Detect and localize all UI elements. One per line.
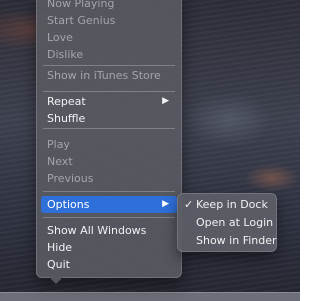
menu-item-label: Now Playing bbox=[47, 0, 115, 10]
menu-separator bbox=[43, 191, 175, 192]
menu-item-next: Next bbox=[41, 153, 177, 170]
checkmark-icon: ✓ bbox=[184, 198, 194, 211]
menu-item-label: Repeat bbox=[47, 95, 86, 108]
menu-item-label: Dislike bbox=[47, 48, 84, 61]
menu-item-love: Love bbox=[41, 29, 177, 46]
menu-item-label: Hide bbox=[47, 241, 73, 254]
menu-item-label: Options bbox=[47, 198, 90, 211]
menu-separator bbox=[43, 128, 175, 129]
menu-item-previous: Previous bbox=[41, 170, 177, 187]
menu-item-label: Next bbox=[47, 155, 73, 168]
menu-item-play: Play bbox=[41, 136, 177, 153]
menu-separator bbox=[43, 91, 175, 92]
menu-item-repeat[interactable]: Repeat ▶ bbox=[41, 93, 177, 110]
options-submenu: ✓ Keep in Dock Open at Login Show in Fin… bbox=[177, 193, 277, 252]
submenu-item-label: Show in Finder bbox=[196, 234, 277, 247]
menu-item-label: Previous bbox=[47, 172, 94, 185]
submenu-item-show-in-finder[interactable]: Show in Finder bbox=[181, 232, 277, 249]
menu-item-label: Play bbox=[47, 138, 70, 151]
menu-item-options[interactable]: Options ▶ bbox=[41, 196, 177, 213]
menu-separator bbox=[43, 65, 175, 66]
menu-item-label: Shuffle bbox=[47, 112, 86, 125]
menu-item-hide[interactable]: Hide bbox=[41, 239, 177, 256]
menu-item-label: Show All Windows bbox=[47, 224, 147, 237]
menu-item-quit[interactable]: Quit bbox=[41, 256, 177, 273]
menu-separator bbox=[43, 217, 175, 218]
menu-item-label: Quit bbox=[47, 258, 70, 271]
menu-item-show-in-itunes-store: Show in iTunes Store bbox=[41, 67, 177, 84]
menu-item-label: Love bbox=[47, 31, 73, 44]
menu-item-start-genius: Start Genius bbox=[41, 12, 177, 29]
menu-item-label: Show in iTunes Store bbox=[47, 69, 161, 82]
submenu-item-open-at-login[interactable]: Open at Login bbox=[181, 214, 273, 231]
submenu-arrow-icon: ▶ bbox=[162, 199, 169, 209]
submenu-arrow-icon: ▶ bbox=[162, 96, 169, 106]
submenu-item-label: Open at Login bbox=[196, 216, 274, 229]
submenu-item-keep-in-dock[interactable]: ✓ Keep in Dock bbox=[181, 196, 273, 213]
menu-item-label: Start Genius bbox=[47, 14, 116, 27]
menu-item-shuffle[interactable]: Shuffle bbox=[41, 110, 177, 127]
menu-item-dislike: Dislike bbox=[41, 46, 177, 63]
submenu-item-label: Keep in Dock bbox=[196, 198, 268, 211]
dock-context-menu: Now Playing Start Genius Love Dislike Sh… bbox=[36, 0, 182, 284]
menu-item-show-all-windows[interactable]: Show All Windows bbox=[41, 222, 177, 239]
menu-item-now-playing: Now Playing bbox=[41, 0, 177, 12]
